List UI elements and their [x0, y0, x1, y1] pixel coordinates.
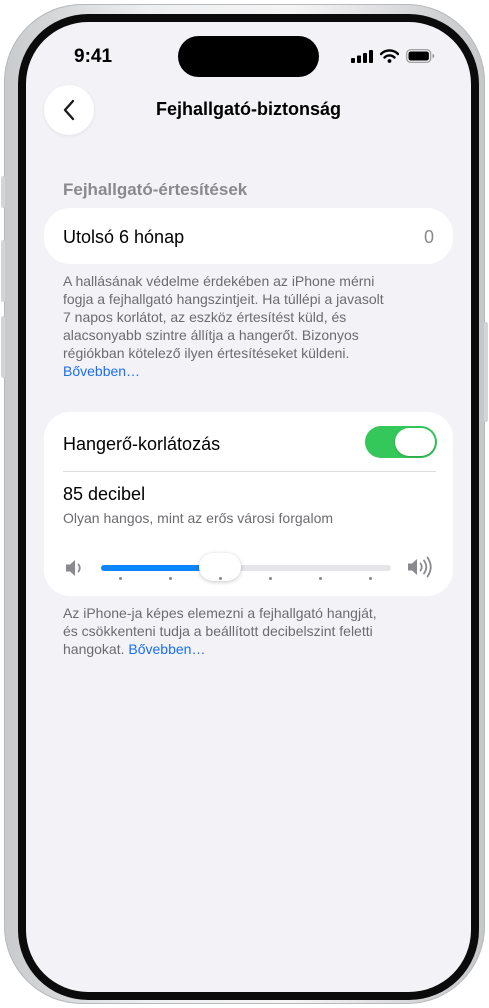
divider — [63, 471, 436, 472]
volume-down-button — [1, 316, 5, 378]
volume-limit-toggle[interactable] — [365, 426, 437, 458]
slider-tick — [319, 577, 322, 580]
slider-tick — [369, 577, 372, 580]
footer-line: és csökkenteni tudja a beállított decibe… — [63, 623, 373, 639]
status-icons — [351, 49, 435, 63]
learn-more-link[interactable]: Bővebben… — [128, 641, 205, 657]
last-6-months-row[interactable]: Utolsó 6 hónap 0 — [44, 208, 453, 264]
speaker-high-icon — [408, 556, 432, 578]
screen: 9:41 Fejhallgató-biztonság Fejhallgató-é… — [26, 22, 471, 992]
side-button — [484, 322, 488, 422]
footer-line: régiókban kötelező ilyen értesítéseket k… — [63, 345, 350, 361]
volume-up-button — [1, 240, 5, 302]
volume-limit-footer: Az iPhone-ja képes elemezni a fejhallgat… — [63, 604, 433, 658]
phone-frame: 9:41 Fejhallgató-biztonság Fejhallgató-é… — [1, 4, 488, 1004]
decibel-description: Olyan hangos, mint az erős városi forgal… — [63, 510, 334, 526]
slider-tick — [269, 577, 272, 580]
section-header-notifications: Fejhallgató-értesítések — [63, 180, 248, 199]
volume-limit-label: Hangerő-korlátozás — [63, 434, 221, 454]
notifications-footer: A hallásának védelme érdekében az iPhone… — [63, 272, 433, 380]
signal-icon — [351, 49, 373, 63]
dynamic-island — [178, 36, 319, 77]
learn-more-link[interactable]: Bővebben… — [63, 363, 140, 379]
slider-tick — [169, 577, 172, 580]
footer-line: A hallásának védelme érdekében az iPhone… — [63, 273, 375, 289]
slider-tick — [119, 577, 122, 580]
action-button — [1, 176, 5, 208]
page-title: Fejhallgató-biztonság — [155, 99, 341, 119]
slider-tick — [219, 577, 222, 580]
volume-limit-card: Hangerő-korlátozás 85 decibel Olyan hang… — [44, 412, 453, 596]
wifi-icon — [380, 49, 399, 63]
decibel-value: 85 decibel — [63, 484, 146, 504]
footer-line: Az iPhone-ja képes elemezni a fejhallgat… — [63, 605, 377, 621]
row-value: 0 — [423, 227, 434, 247]
footer-line: hangokat. — [63, 641, 125, 657]
battery-icon — [406, 49, 435, 63]
footer-line: fogja a fejhallgató hangszintjeit. Ha tú… — [63, 291, 384, 307]
footer-line: alacsonyabb szintre állítja a hangerőt. … — [63, 327, 359, 343]
status-time: 9:41 — [74, 46, 113, 67]
row-label: Utolsó 6 hónap — [63, 227, 185, 247]
volume-slider[interactable] — [101, 553, 391, 581]
footer-line: 7 napos korlátot, az eszköz értesítést k… — [63, 309, 347, 325]
speaker-low-icon — [66, 560, 81, 576]
toggle-knob — [395, 428, 435, 456]
